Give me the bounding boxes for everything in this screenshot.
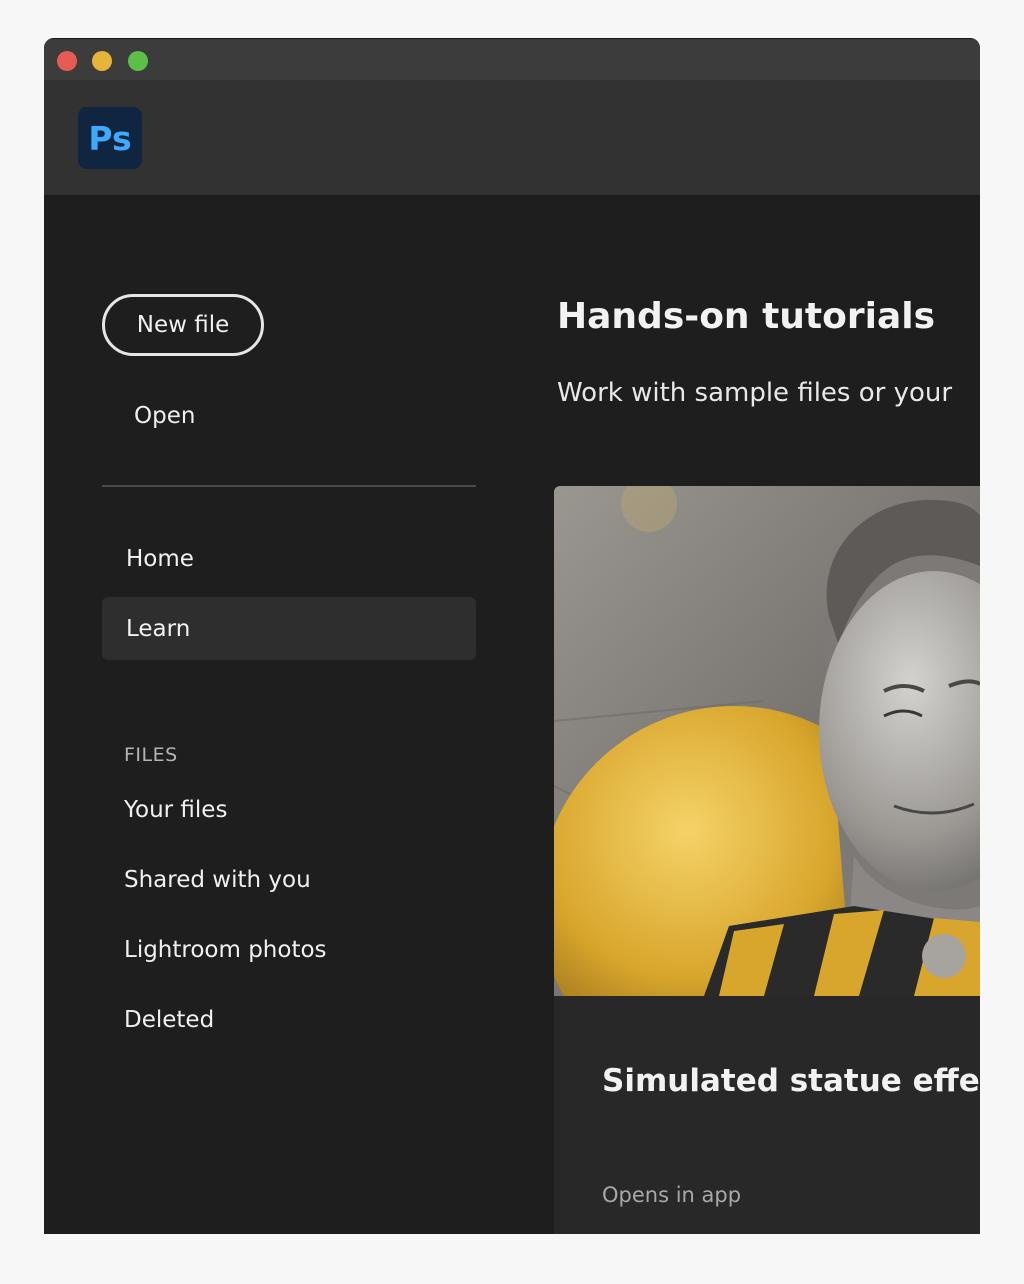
- open-button[interactable]: Open: [134, 403, 195, 429]
- app-window: Ps New file Open Home Learn FILES Your f…: [44, 38, 980, 1234]
- tutorial-thumbnail-image: [554, 486, 980, 996]
- sidebar-item-deleted[interactable]: Deleted: [124, 1007, 214, 1033]
- page-subtitle: Work with sample files or your: [557, 378, 953, 408]
- sidebar-item-learn[interactable]: Learn: [102, 597, 476, 660]
- close-window-button[interactable]: [57, 51, 77, 71]
- app-header: Ps: [44, 80, 980, 195]
- tutorial-card[interactable]: Simulated statue effect Opens in app: [554, 486, 980, 1234]
- sidebar-item-home[interactable]: Home: [102, 527, 476, 590]
- tutorial-meta: Opens in app: [602, 1183, 742, 1207]
- title-bar: [44, 38, 980, 80]
- sidebar-item-label: Learn: [126, 615, 191, 642]
- minimize-window-button[interactable]: [92, 51, 112, 71]
- sidebar-divider: [102, 485, 476, 487]
- main-content: Hands-on tutorials Work with sample file…: [494, 195, 980, 1234]
- sidebar-item-lightroom-photos[interactable]: Lightroom photos: [124, 937, 327, 963]
- sidebar-item-shared-with-you[interactable]: Shared with you: [124, 867, 311, 893]
- new-file-button[interactable]: New file: [102, 294, 264, 356]
- page-title: Hands-on tutorials: [557, 296, 936, 337]
- tutorial-title: Simulated statue effect: [602, 1063, 980, 1099]
- files-section-label: FILES: [124, 744, 178, 766]
- maximize-window-button[interactable]: [128, 51, 148, 71]
- sidebar-item-label: Home: [126, 545, 194, 572]
- photoshop-logo-icon[interactable]: Ps: [78, 107, 142, 169]
- sidebar-item-your-files[interactable]: Your files: [124, 797, 227, 823]
- sidebar: New file Open Home Learn FILES Your file…: [44, 195, 494, 1234]
